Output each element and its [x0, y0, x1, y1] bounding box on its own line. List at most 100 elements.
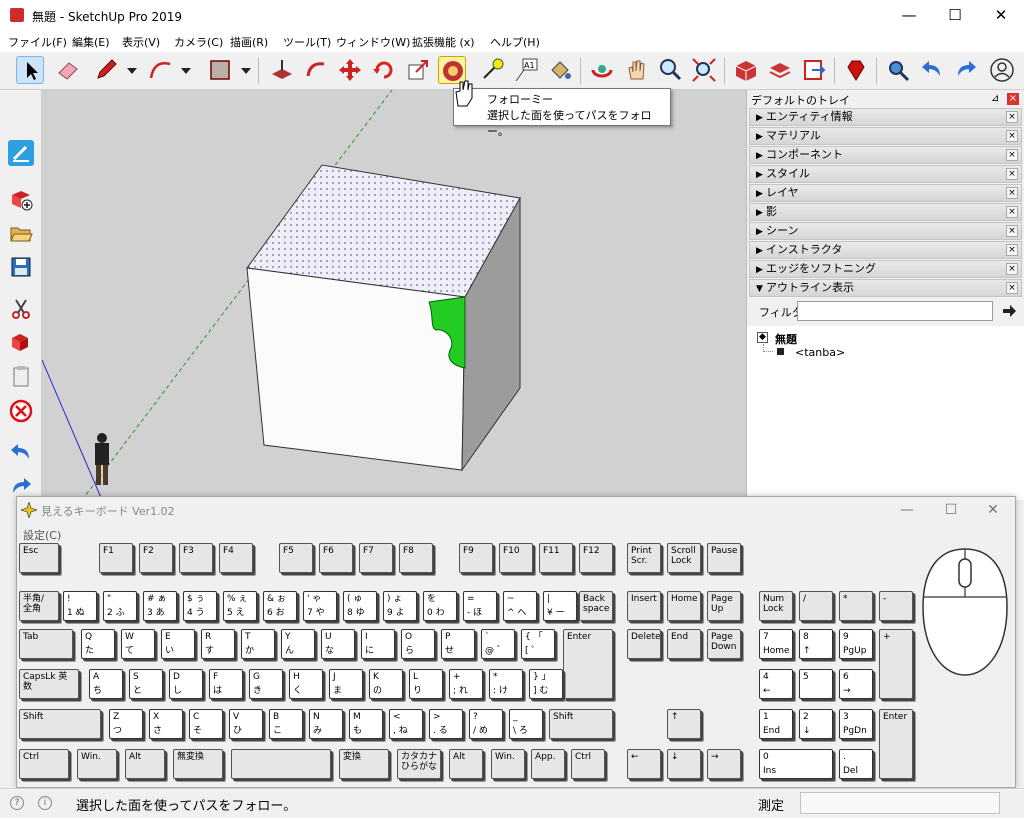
menu-window[interactable]: ウィンドウ(W)	[336, 34, 410, 50]
key-5-3[interactable]: 無変換	[173, 749, 223, 779]
zoom-tool-button[interactable]	[656, 56, 684, 84]
key-3-0[interactable]: CapsLk 英数	[19, 669, 79, 699]
key-2-7[interactable]: Uな	[321, 629, 355, 659]
eraser-tool-button[interactable]	[54, 56, 82, 84]
push-pull-tool-button[interactable]	[268, 56, 296, 84]
tray-section-components[interactable]: ▶ コンポーネント ×	[749, 146, 1022, 164]
key-5-1[interactable]: Win.	[77, 749, 117, 779]
key-2-4[interactable]: Rす	[201, 629, 235, 659]
key-3-1[interactable]: Aち	[89, 669, 123, 699]
key-4-8[interactable]: < , ね	[389, 709, 423, 739]
menu-edit[interactable]: 編集(E)	[72, 34, 110, 50]
key-1-21[interactable]: -	[879, 591, 913, 621]
key-4-14[interactable]: 1 End	[759, 709, 793, 739]
key-5-5[interactable]: 変換	[339, 749, 389, 779]
tray-close-button[interactable]: ×	[1007, 93, 1019, 105]
key-3-6[interactable]: Hく	[289, 669, 323, 699]
key-0-10[interactable]: F10	[499, 543, 533, 573]
close-icon[interactable]: ×	[1006, 111, 1018, 123]
key-5-0[interactable]: Ctrl	[19, 749, 69, 779]
key-5-9[interactable]: App.	[531, 749, 565, 779]
pan-tool-button[interactable]	[622, 56, 650, 84]
previous-view-button[interactable]	[884, 56, 912, 84]
key-5-13[interactable]: →	[707, 749, 741, 779]
key-2-5[interactable]: Tか	[241, 629, 275, 659]
tray-section-instructor[interactable]: ▶ インストラクタ ×	[749, 241, 1022, 259]
key-0-1[interactable]: F1	[99, 543, 133, 573]
menu-draw[interactable]: 描画(R)	[230, 34, 268, 50]
key-3-8[interactable]: Kの	[369, 669, 403, 699]
key-3-9[interactable]: Lり	[409, 669, 443, 699]
menu-extensions[interactable]: 拡張機能 (x)	[412, 34, 475, 50]
key-4-2[interactable]: Xさ	[149, 709, 183, 739]
key-0-4[interactable]: F4	[219, 543, 253, 573]
key-4-11[interactable]: _ \ ろ	[509, 709, 543, 739]
key-5-8[interactable]: Win.	[491, 749, 525, 779]
tray-section-outliner[interactable]: ▼ アウトライン表示 ×	[749, 279, 1022, 297]
key-5-6[interactable]: カタカナ ひらがな	[397, 749, 441, 779]
key-0-15[interactable]: Pause	[707, 543, 741, 573]
key-1-1[interactable]: ! 1 ぬ	[63, 591, 97, 621]
key-4-17[interactable]: Enter	[879, 709, 913, 779]
key-0-11[interactable]: F11	[539, 543, 573, 573]
key-0-0[interactable]: Esc	[19, 543, 59, 573]
rectangle-tool-button[interactable]	[206, 56, 234, 84]
undo-button[interactable]	[918, 56, 946, 84]
close-icon[interactable]: ×	[1006, 149, 1018, 161]
key-4-13[interactable]: ↑	[667, 709, 701, 739]
undo-side-button[interactable]	[8, 440, 34, 466]
key-1-0[interactable]: 半角/ 全角	[19, 591, 59, 621]
key-2-18[interactable]: 8 ↑	[799, 629, 833, 659]
redo-button[interactable]	[952, 56, 980, 84]
key-0-7[interactable]: F7	[359, 543, 393, 573]
key-1-10[interactable]: を 0 わ	[423, 591, 457, 621]
key-5-14[interactable]: 0 Ins	[759, 749, 833, 779]
zoom-extents-tool-button[interactable]	[690, 56, 718, 84]
close-button[interactable]: ✕	[978, 0, 1024, 30]
close-icon[interactable]: ×	[1006, 206, 1018, 218]
key-5-12[interactable]: ↓	[667, 749, 701, 779]
scale-tool-button[interactable]	[404, 56, 432, 84]
paint-bucket-tool-button[interactable]	[546, 56, 574, 84]
menu-camera[interactable]: カメラ(C)	[174, 34, 223, 50]
menu-view[interactable]: 表示(V)	[122, 34, 160, 50]
measurements-input[interactable]	[800, 792, 1000, 814]
tray-section-entity-info[interactable]: ▶ エンティティ情報 ×	[749, 108, 1022, 126]
key-4-3[interactable]: Cそ	[189, 709, 223, 739]
text-tool-button[interactable]: A1	[512, 56, 540, 84]
tray-section-soften-edges[interactable]: ▶ エッジをソフトニング ×	[749, 260, 1022, 278]
key-3-5[interactable]: Gき	[249, 669, 283, 699]
key-5-10[interactable]: Ctrl	[571, 749, 605, 779]
key-5-15[interactable]: . Del	[839, 749, 873, 779]
key-3-13[interactable]: 4 ←	[759, 669, 793, 699]
key-1-4[interactable]: $ ぅ 4 う	[183, 591, 217, 621]
drawing-viewport[interactable]	[42, 90, 746, 500]
key-2-11[interactable]: ` @ ゛	[481, 629, 515, 659]
geo-location-icon[interactable]: ?	[10, 796, 24, 810]
key-4-10[interactable]: ? / め	[469, 709, 503, 739]
key-0-8[interactable]: F8	[399, 543, 433, 573]
key-2-16[interactable]: Page Down	[707, 629, 741, 659]
key-1-18[interactable]: Num Lock	[759, 591, 793, 621]
key-4-0[interactable]: Shift	[19, 709, 101, 739]
instructor-button[interactable]	[8, 140, 34, 166]
move-tool-button[interactable]	[336, 56, 364, 84]
key-4-7[interactable]: Mも	[349, 709, 383, 739]
key-2-19[interactable]: 9 PgUp	[839, 629, 873, 659]
key-1-8[interactable]: ( ゅ 8 ゆ	[343, 591, 377, 621]
key-0-3[interactable]: F3	[179, 543, 213, 573]
key-4-9[interactable]: > . る	[429, 709, 463, 739]
key-0-12[interactable]: F12	[579, 543, 613, 573]
key-2-2[interactable]: Wて	[121, 629, 155, 659]
key-3-7[interactable]: Jま	[329, 669, 363, 699]
cube-front-face[interactable]	[246, 267, 466, 471]
key-3-14[interactable]: 5	[799, 669, 833, 699]
close-icon[interactable]: ×	[1006, 187, 1018, 199]
key-2-8[interactable]: Iに	[361, 629, 395, 659]
key-4-4[interactable]: Vひ	[229, 709, 263, 739]
tray-section-styles[interactable]: ▶ スタイル ×	[749, 165, 1022, 183]
tray-section-scenes[interactable]: ▶ シーン ×	[749, 222, 1022, 240]
key-1-19[interactable]: /	[799, 591, 833, 621]
key-3-4[interactable]: Fは	[209, 669, 243, 699]
key-4-1[interactable]: Zつ	[109, 709, 143, 739]
